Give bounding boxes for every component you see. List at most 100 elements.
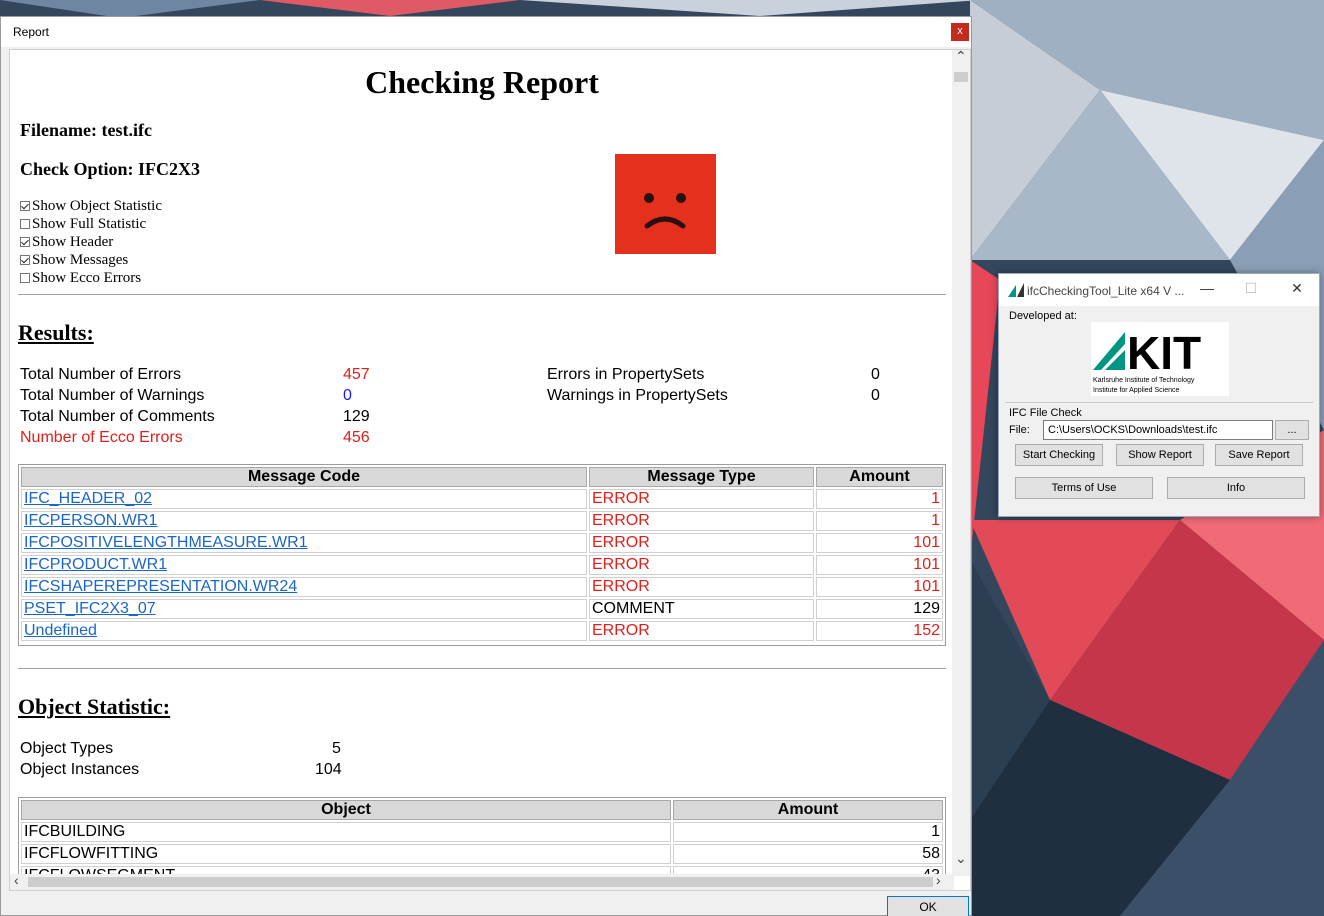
option-show-full-statistic: Show Full Statistic bbox=[20, 215, 162, 233]
message-code-link[interactable]: IFCPOSITIVELENGTHMEASURE.WR1 bbox=[24, 534, 308, 551]
message-code-cell: IFCPERSON.WR1 bbox=[21, 511, 587, 531]
object-cell: IFCFLOWFITTING bbox=[21, 844, 671, 864]
tool-window: ifcCheckingTool_Lite x64 V ... — ☐ ✕ Dev… bbox=[998, 273, 1320, 517]
app-icon bbox=[1008, 283, 1024, 297]
message-code-link[interactable]: IFCSHAPEREPRESENTATION.WR24 bbox=[24, 578, 297, 595]
ifc-file-check-label: IFC File Check bbox=[1009, 407, 1082, 419]
info-button[interactable]: Info bbox=[1167, 477, 1305, 499]
column-header: Amount bbox=[673, 800, 943, 820]
option-show-object-statistic: Show Object Statistic bbox=[20, 197, 162, 215]
object-statistic-heading: Object Statistic: bbox=[18, 694, 171, 719]
amount-cell: 1 bbox=[673, 822, 943, 842]
scroll-up-icon[interactable]: ⌃ bbox=[955, 50, 967, 65]
amount-cell: 1 bbox=[816, 489, 943, 509]
divider bbox=[1005, 402, 1313, 403]
ok-button[interactable]: OK bbox=[887, 896, 969, 916]
message-code-link[interactable]: Undefined bbox=[24, 622, 97, 639]
message-code-cell: PSET_IFC2X3_07 bbox=[21, 599, 587, 619]
column-header: Message Code bbox=[21, 467, 587, 487]
checkbox-unchecked-icon bbox=[20, 273, 30, 283]
checkbox-checked-icon bbox=[20, 237, 30, 247]
message-code-link[interactable]: PSET_IFC2X3_07 bbox=[24, 600, 156, 617]
message-code-cell: IFCPOSITIVELENGTHMEASURE.WR1 bbox=[21, 533, 587, 553]
message-type-cell: ERROR bbox=[589, 577, 814, 597]
option-show-header: Show Header bbox=[20, 233, 162, 251]
table-row: IFCPRODUCT.WR1 ERROR 101 bbox=[21, 555, 943, 575]
option-show-ecco-errors: Show Ecco Errors bbox=[20, 269, 162, 287]
kit-logo-subtitle: Karlsruhe Institute of Technology bbox=[1093, 377, 1195, 384]
message-code-link[interactable]: IFCPRODUCT.WR1 bbox=[24, 556, 167, 573]
message-code-cell: IFC_HEADER_02 bbox=[21, 489, 587, 509]
message-type-cell: ERROR bbox=[589, 511, 814, 531]
checkbox-checked-icon bbox=[20, 201, 30, 211]
column-header: Message Type bbox=[589, 467, 814, 487]
pset-warnings-value: 0 bbox=[871, 387, 880, 404]
close-button[interactable]: x bbox=[951, 23, 969, 41]
messages-table: Message Code Message Type Amount IFC_HEA… bbox=[19, 465, 945, 643]
scroll-down-icon[interactable]: ⌄ bbox=[955, 850, 967, 867]
start-checking-button[interactable]: Start Checking bbox=[1015, 444, 1103, 466]
total-warnings-value: 0 bbox=[343, 387, 352, 404]
amount-cell: 152 bbox=[816, 621, 943, 641]
amount-cell: 129 bbox=[816, 599, 943, 619]
results-heading: Results: bbox=[18, 320, 94, 345]
option-show-messages: Show Messages bbox=[20, 251, 162, 269]
amount-cell: 101 bbox=[816, 577, 943, 597]
pset-warnings-label: Warnings in PropertySets bbox=[547, 387, 728, 404]
amount-cell: 101 bbox=[816, 533, 943, 553]
option-label: Show Header bbox=[32, 234, 114, 250]
show-report-button[interactable]: Show Report bbox=[1116, 444, 1204, 466]
message-code-link[interactable]: IFC_HEADER_02 bbox=[24, 490, 152, 507]
file-label: File: bbox=[1009, 424, 1030, 436]
option-label: Show Ecco Errors bbox=[32, 270, 142, 286]
close-icon[interactable]: ✕ bbox=[1287, 280, 1307, 297]
messages-table-frame: Message Code Message Type Amount IFC_HEA… bbox=[18, 464, 946, 646]
minimize-icon[interactable]: — bbox=[1197, 280, 1217, 296]
terms-of-use-button[interactable]: Terms of Use bbox=[1015, 477, 1153, 499]
horizontal-scrollbar[interactable]: ‹ › bbox=[10, 872, 954, 890]
pset-errors-label: Errors in PropertySets bbox=[547, 366, 705, 383]
tool-titlebar[interactable]: ifcCheckingTool_Lite x64 V ... — ☐ ✕ bbox=[999, 274, 1319, 306]
pset-errors-value: 0 bbox=[871, 366, 880, 383]
scroll-left-icon[interactable]: ‹ bbox=[14, 872, 19, 888]
option-label: Show Object Statistic bbox=[32, 198, 162, 214]
vertical-scrollbar[interactable]: ⌃ ⌄ bbox=[952, 50, 970, 876]
table-row: PSET_IFC2X3_07 COMMENT 129 bbox=[21, 599, 943, 619]
checkbox-unchecked-icon bbox=[20, 219, 30, 229]
divider bbox=[18, 294, 946, 295]
report-titlebar[interactable]: Report x bbox=[1, 17, 971, 47]
amount-cell: 101 bbox=[816, 555, 943, 575]
table-header-row: Message Code Message Type Amount bbox=[21, 467, 943, 487]
check-option-text: Check Option: IFC2X3 bbox=[20, 159, 201, 179]
kit-logo-text: KIT bbox=[1127, 327, 1201, 379]
scrollbar-thumb[interactable] bbox=[954, 72, 968, 82]
message-code-cell: IFCSHAPEREPRESENTATION.WR24 bbox=[21, 577, 587, 597]
message-type-cell: ERROR bbox=[589, 489, 814, 509]
total-warnings-label: Total Number of Warnings bbox=[20, 387, 205, 404]
table-row: IFCPOSITIVELENGTHMEASURE.WR1 ERROR 101 bbox=[21, 533, 943, 553]
message-type-cell: ERROR bbox=[589, 555, 814, 575]
option-label: Show Full Statistic bbox=[32, 216, 147, 232]
total-errors-label: Total Number of Errors bbox=[20, 366, 181, 383]
options-list: Show Object Statistic Show Full Statisti… bbox=[20, 197, 162, 287]
save-report-button[interactable]: Save Report bbox=[1215, 444, 1303, 466]
report-content: Checking Report Filename: test.ifc Check… bbox=[9, 49, 971, 891]
object-instances-value: 104 bbox=[315, 761, 342, 778]
ecco-errors-label: Number of Ecco Errors bbox=[20, 429, 183, 446]
message-type-cell: ERROR bbox=[589, 621, 814, 641]
file-path-input[interactable] bbox=[1043, 420, 1273, 440]
developed-at-label: Developed at: bbox=[1009, 310, 1077, 322]
filename-text: Filename: test.ifc bbox=[20, 120, 152, 140]
report-window-title: Report bbox=[13, 25, 50, 39]
browse-button[interactable]: ... bbox=[1275, 420, 1309, 440]
amount-cell: 1 bbox=[816, 511, 943, 531]
message-code-link[interactable]: IFCPERSON.WR1 bbox=[24, 512, 157, 529]
total-comments-label: Total Number of Comments bbox=[20, 408, 215, 425]
table-row: IFCSHAPEREPRESENTATION.WR24 ERROR 101 bbox=[21, 577, 943, 597]
scroll-right-icon[interactable]: › bbox=[936, 872, 941, 888]
table-row: IFCBUILDING 1 bbox=[21, 822, 943, 842]
maximize-icon[interactable]: ☐ bbox=[1241, 280, 1261, 297]
kit-logo-subtitle: Institute for Applied Science bbox=[1093, 387, 1179, 394]
divider bbox=[18, 668, 946, 669]
scrollbar-thumb[interactable] bbox=[28, 877, 933, 887]
